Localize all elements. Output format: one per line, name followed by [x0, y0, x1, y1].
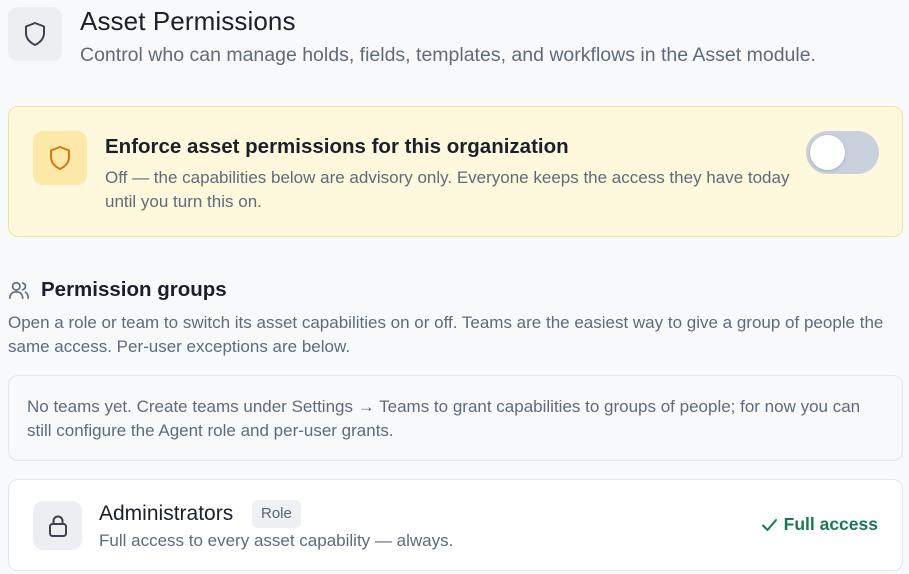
section-description: Open a role or team to switch its asset … — [8, 313, 884, 356]
lock-icon — [33, 501, 82, 550]
header-shield-icon — [8, 7, 62, 61]
group-card-administrators[interactable]: Administrators Role Full access to every… — [8, 479, 903, 571]
page-subtitle: Control who can manage holds, fields, te… — [80, 44, 816, 66]
group-description: Full access to every asset capability — … — [99, 531, 454, 550]
status-label: Full access — [783, 514, 878, 534]
full-access-status: Full access — [761, 514, 878, 535]
section-title: Permission groups — [41, 278, 227, 301]
shield-icon — [33, 131, 87, 185]
group-name: Administrators — [99, 502, 234, 525]
toggle-knob — [810, 135, 845, 170]
enforce-permissions-banner: Enforce asset permissions for this organ… — [8, 106, 903, 237]
enforce-description: Off — the capabilities below are advisor… — [105, 168, 790, 211]
users-icon — [9, 281, 29, 300]
enforce-title: Enforce asset permissions for this organ… — [105, 135, 569, 158]
check-icon — [761, 518, 777, 531]
empty-teams-note: No teams yet. Create teams under Setting… — [8, 375, 903, 461]
page-title: Asset Permissions — [80, 6, 296, 36]
role-badge: Role — [252, 500, 301, 528]
enforce-toggle[interactable] — [806, 131, 879, 174]
asset-permissions-page: Asset Permissions Control who can manage… — [0, 0, 909, 574]
